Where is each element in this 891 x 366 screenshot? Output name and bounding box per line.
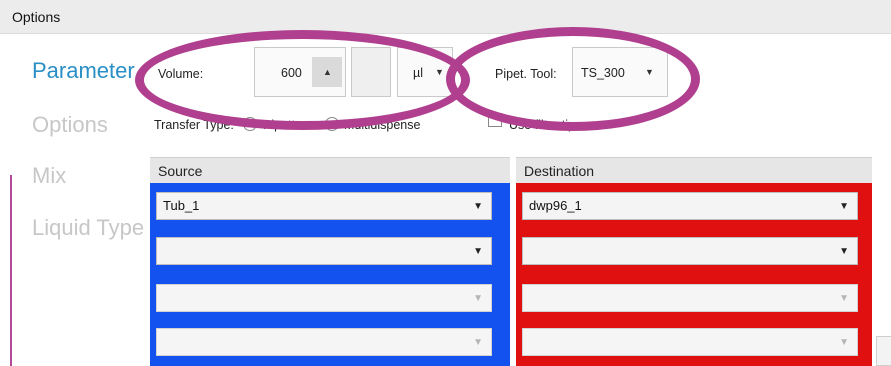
destination-dropdown-2[interactable]: ▼ xyxy=(522,237,858,265)
chevron-down-icon: ▼ xyxy=(839,246,849,257)
source-dropdown-1-value: Tub_1 xyxy=(163,198,200,213)
chevron-down-icon: ▼ xyxy=(839,201,849,212)
source-dropdown-4[interactable]: ▼ xyxy=(156,328,492,356)
volume-highlight-oval xyxy=(135,30,470,130)
left-frame-border xyxy=(0,175,12,366)
nav-item-liquid-type[interactable]: Liquid Type xyxy=(32,215,144,241)
chevron-down-icon: ▼ xyxy=(839,293,849,304)
chevron-down-icon: ▼ xyxy=(473,293,483,304)
chevron-down-icon: ▼ xyxy=(839,337,849,348)
nav-item-options[interactable]: Options xyxy=(32,112,108,138)
destination-dropdown-3[interactable]: ▼ xyxy=(522,284,858,312)
options-header-bar: Options xyxy=(0,0,891,34)
destination-panel-header: Destination xyxy=(516,157,872,183)
source-dropdown-1[interactable]: Tub_1 ▼ xyxy=(156,192,492,220)
source-dropdown-2[interactable]: ▼ xyxy=(156,237,492,265)
source-panel-header: Source xyxy=(150,157,510,183)
right-edge-control[interactable] xyxy=(876,336,891,366)
options-header-title: Options xyxy=(12,9,61,25)
source-panel: Tub_1 ▼ ▼ ▼ ▼ xyxy=(150,183,510,366)
source-title: Source xyxy=(158,163,203,179)
chevron-down-icon: ▼ xyxy=(473,246,483,257)
destination-dropdown-1[interactable]: dwp96_1 ▼ xyxy=(522,192,858,220)
chevron-down-icon: ▼ xyxy=(473,201,483,212)
nav-item-mix[interactable]: Mix xyxy=(32,163,66,189)
destination-panel: dwp96_1 ▼ ▼ ▼ ▼ xyxy=(516,183,872,366)
pipet-tool-highlight-oval xyxy=(446,27,700,131)
destination-dropdown-4[interactable]: ▼ xyxy=(522,328,858,356)
source-dropdown-3[interactable]: ▼ xyxy=(156,284,492,312)
destination-title: Destination xyxy=(524,163,595,179)
destination-dropdown-1-value: dwp96_1 xyxy=(529,198,582,213)
chevron-down-icon: ▼ xyxy=(473,337,483,348)
nav-item-parameter[interactable]: Parameter xyxy=(32,58,135,84)
